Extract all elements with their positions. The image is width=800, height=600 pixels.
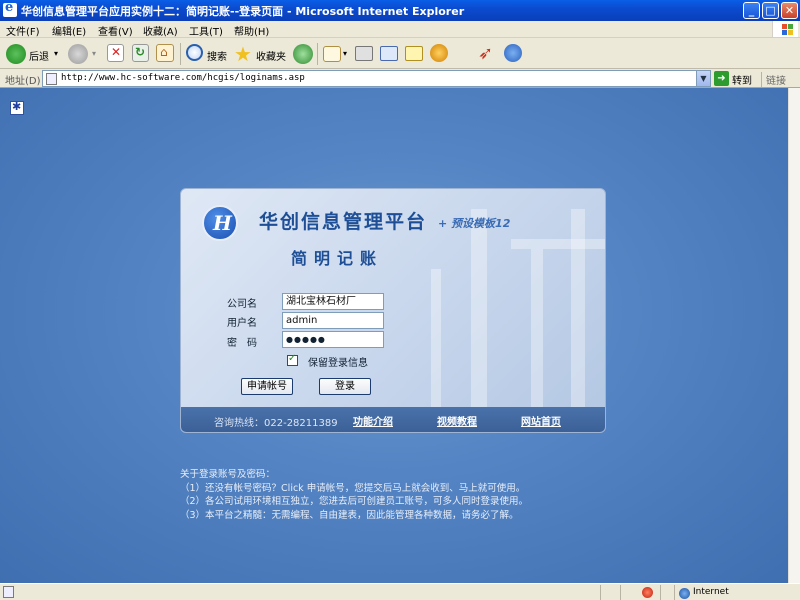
menu-bar: 文件(F) 编辑(E) 查看(V) 收藏(A) 工具(T) 帮助(H) xyxy=(0,21,800,38)
menu-help[interactable]: 帮助(H) xyxy=(234,23,269,38)
menu-view[interactable]: 查看(V) xyxy=(98,23,133,38)
home-icon[interactable]: ⌂ xyxy=(156,44,174,62)
panel-footer: 咨询热线：022-28211389 功能介绍 视频教程 网站首页 xyxy=(181,407,605,432)
stop-icon[interactable]: ✕ xyxy=(107,44,124,62)
favorites-button-label[interactable]: 收藏夹 xyxy=(256,48,286,63)
forward-dropdown-icon[interactable]: ▾ xyxy=(92,49,96,58)
notes-line: （1）还没有帐号密码？Click 申请帐号，您提交后马上就会收到、马上就可使用。 xyxy=(180,482,526,494)
login-button[interactable]: 登录 xyxy=(319,378,371,395)
app-subtitle: 简明记账 xyxy=(291,249,384,268)
maximize-button[interactable]: □ xyxy=(762,2,779,19)
username-input[interactable]: admin xyxy=(282,312,384,329)
research-icon[interactable] xyxy=(430,44,448,62)
page-icon xyxy=(46,73,57,85)
history-icon[interactable] xyxy=(293,44,313,64)
remember-label[interactable]: 保留登录信息 xyxy=(308,354,368,369)
close-button[interactable]: ✕ xyxy=(781,2,798,19)
status-cell xyxy=(620,585,638,600)
hotline-text: 咨询热线：022-28211389 xyxy=(214,418,338,429)
company-label: 公司名 xyxy=(227,299,257,310)
paw-icon[interactable] xyxy=(10,100,24,115)
feature-intro-link[interactable]: 功能介绍 xyxy=(353,413,393,428)
username-label: 用户名 xyxy=(227,318,257,329)
go-arrow-icon: ➜ xyxy=(714,71,729,86)
print-icon[interactable] xyxy=(355,46,373,61)
company-input[interactable]: 湖北宝林石材厂 xyxy=(282,293,384,310)
search-button-label[interactable]: 搜索 xyxy=(207,48,227,63)
favorites-star-icon[interactable]: ★ xyxy=(234,42,254,66)
login-panel: 华创信息管理平台 + 预设模板12 简明记账 公司名 湖北宝林石材厂 用户名 a… xyxy=(180,188,606,433)
notes-line: （2）各公司试用环境相互独立，您进去后可创建员工账号，可多人同时登录使用。 xyxy=(180,496,529,507)
password-label: 密 码 xyxy=(227,338,257,349)
video-tutorial-link[interactable]: 视频教程 xyxy=(437,413,477,428)
address-label: 地址(D) xyxy=(5,76,41,87)
notes-line: （3）本平台之精髓：无需编程、自由建表，因此能管理各种数据，请务必了解。 xyxy=(180,509,519,521)
toolbar: 后退 ▾ ▾ ✕ ↻ ⌂ 搜索 ★ 收藏夹 ▾ ➶ xyxy=(0,39,800,69)
menu-file[interactable]: 文件(F) xyxy=(6,23,40,38)
menu-tools[interactable]: 工具(T) xyxy=(189,23,223,38)
address-dropdown-icon[interactable]: ▼ xyxy=(696,71,710,86)
discuss-icon[interactable] xyxy=(405,46,423,61)
messenger-bird-icon[interactable]: ➶ xyxy=(478,43,498,64)
notes-heading: 关于登录账号及密码： xyxy=(180,469,276,480)
template-tag: + 预设模板12 xyxy=(438,217,511,230)
page-done-icon xyxy=(3,586,14,598)
back-dropdown-icon[interactable]: ▾ xyxy=(54,49,58,58)
status-cell xyxy=(660,585,674,600)
homepage-link[interactable]: 网站首页 xyxy=(521,413,561,428)
refresh-icon[interactable]: ↻ xyxy=(132,44,149,62)
security-zone-label: Internet xyxy=(693,587,729,597)
panel-decoration xyxy=(431,209,605,409)
windows-logo-icon xyxy=(772,21,798,37)
msn-messenger-icon[interactable] xyxy=(504,44,522,62)
address-input[interactable]: http://www.hc-software.com/hcgis/loginam… xyxy=(42,70,711,87)
ie-icon xyxy=(3,0,17,17)
toolbar-separator xyxy=(180,43,181,65)
vertical-scrollbar[interactable] xyxy=(788,88,800,583)
back-button-label[interactable]: 后退 xyxy=(29,48,49,63)
page-content: 华创信息管理平台 + 预设模板12 简明记账 公司名 湖北宝林石材厂 用户名 a… xyxy=(0,88,788,583)
status-cell xyxy=(600,585,618,600)
mail-dropdown-icon[interactable]: ▾ xyxy=(343,49,347,58)
password-input[interactable]: ●●●●● xyxy=(282,331,384,348)
links-button[interactable]: 链接 xyxy=(761,72,786,87)
window-title: 华创信息管理平台应用实例十二：简明记账--登录页面 - Microsoft In… xyxy=(21,5,465,18)
mail-icon[interactable] xyxy=(323,46,341,62)
remember-checkbox[interactable] xyxy=(287,353,298,366)
popup-blocked-icon[interactable] xyxy=(642,587,653,598)
address-url[interactable]: http://www.hc-software.com/hcgis/loginam… xyxy=(61,73,305,83)
minimize-button[interactable]: _ xyxy=(743,2,760,19)
back-arrow-icon[interactable] xyxy=(6,44,26,64)
address-bar: 地址(D) http://www.hc-software.com/hcgis/l… xyxy=(0,69,800,88)
menu-edit[interactable]: 编辑(E) xyxy=(52,23,86,38)
login-notes: 关于登录账号及密码： （1）还没有帐号密码？Click 申请帐号，您提交后马上就… xyxy=(180,468,528,522)
search-icon[interactable] xyxy=(186,44,203,61)
forward-arrow-icon[interactable] xyxy=(68,44,88,64)
toolbar-separator xyxy=(317,43,318,65)
apply-account-button[interactable]: 申请帐号 xyxy=(241,378,293,395)
platform-title: 华创信息管理平台 xyxy=(259,211,428,233)
edit-page-icon[interactable] xyxy=(380,46,398,61)
window-title-bar[interactable]: 华创信息管理平台应用实例十二：简明记账--登录页面 - Microsoft In… xyxy=(0,0,800,21)
platform-logo-icon xyxy=(202,205,238,241)
globe-icon xyxy=(679,588,690,599)
go-label: 转到 xyxy=(732,76,752,87)
menu-favorites[interactable]: 收藏(A) xyxy=(143,23,178,38)
status-bar: Internet xyxy=(0,583,800,600)
